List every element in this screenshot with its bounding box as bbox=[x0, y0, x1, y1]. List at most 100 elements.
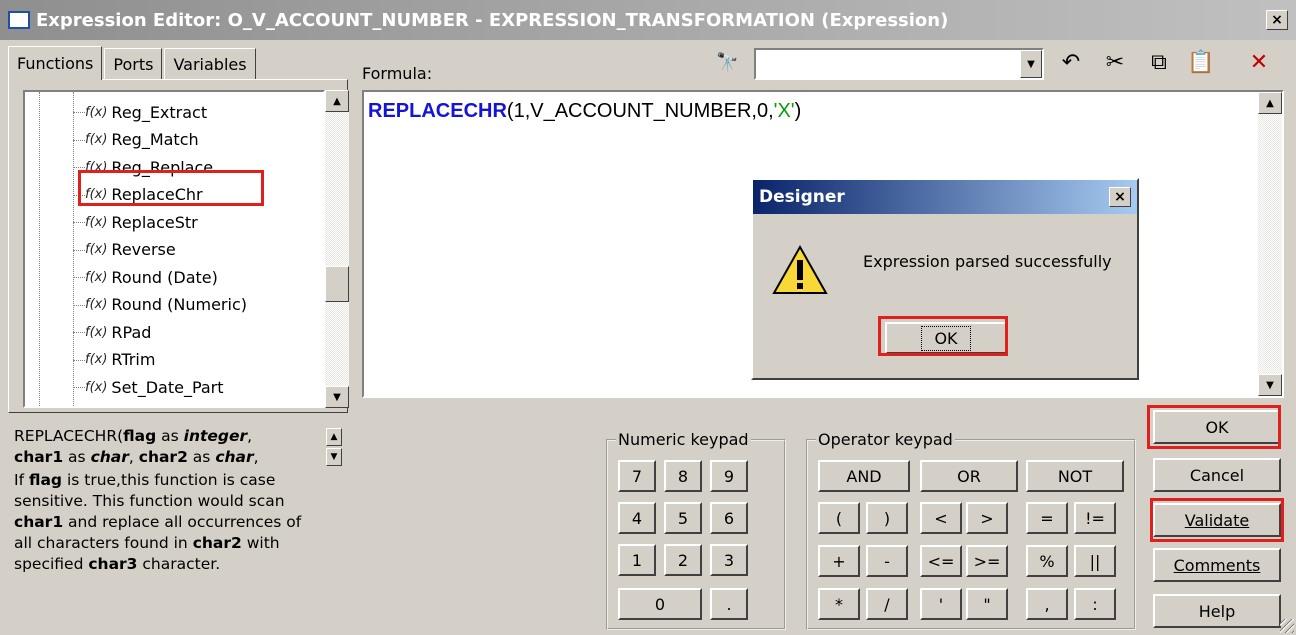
validate-button-highlight bbox=[1150, 498, 1284, 542]
numeric-key[interactable]: 1 bbox=[618, 544, 656, 576]
operator-key[interactable]: ( bbox=[818, 502, 860, 534]
undo-icon[interactable]: ↶ bbox=[1056, 50, 1086, 75]
operator-key[interactable]: ' bbox=[920, 588, 962, 620]
tree-scrollbar[interactable]: ▲ ▼ bbox=[325, 90, 349, 408]
tab-functions[interactable]: Functions bbox=[8, 46, 103, 80]
help-scroll-up[interactable]: ▲ bbox=[326, 428, 342, 446]
function-item[interactable]: f(x) Set_Date_Part bbox=[85, 373, 224, 401]
function-label: RPad bbox=[111, 322, 152, 342]
numeric-key[interactable]: . bbox=[710, 588, 748, 620]
operator-key[interactable]: % bbox=[1026, 545, 1068, 577]
operator-key[interactable]: OR bbox=[920, 460, 1018, 492]
function-label: Reverse bbox=[111, 240, 176, 259]
chevron-down-icon[interactable]: ▼ bbox=[1020, 50, 1042, 78]
comments-button[interactable]: Comments bbox=[1153, 548, 1281, 582]
tab-variables[interactable]: Variables bbox=[164, 48, 256, 80]
formula-scroll-down[interactable]: ▼ bbox=[1258, 374, 1282, 396]
function-item[interactable]: f(x) Reg_Extract bbox=[85, 98, 207, 126]
operator-key[interactable]: ) bbox=[866, 502, 908, 534]
operator-key[interactable]: / bbox=[866, 588, 908, 620]
numeric-key[interactable]: 2 bbox=[664, 544, 702, 576]
close-window-button[interactable]: × bbox=[1266, 10, 1288, 30]
scroll-thumb[interactable] bbox=[325, 266, 349, 302]
numeric-key[interactable]: 6 bbox=[710, 502, 748, 534]
operator-key[interactable]: " bbox=[966, 588, 1008, 620]
help-button[interactable]: Help bbox=[1153, 594, 1281, 628]
window-icon bbox=[8, 11, 30, 29]
function-label: Set_Date_Part bbox=[111, 377, 224, 397]
operator-key[interactable]: - bbox=[866, 545, 908, 577]
operator-key[interactable]: = bbox=[1026, 502, 1068, 534]
operator-key[interactable]: * bbox=[818, 588, 860, 620]
search-input[interactable] bbox=[756, 50, 1006, 76]
function-icon: f(x) bbox=[85, 132, 108, 147]
functions-panel: f(x) Reg_Extract f(x) Reg_Match f(x) Reg_Repl… bbox=[8, 79, 349, 413]
functions-tree[interactable]: f(x) Reg_Extract f(x) Reg_Match f(x) Reg_Repl… bbox=[23, 90, 325, 408]
operator-key[interactable]: < bbox=[920, 502, 962, 534]
resize-grip[interactable] bbox=[1280, 619, 1294, 633]
function-description: If flag is true,this function is case se… bbox=[14, 471, 302, 573]
function-label: Round (Date) bbox=[111, 267, 218, 287]
paste-icon[interactable]: 📋 bbox=[1186, 50, 1216, 75]
operator-key[interactable]: : bbox=[1074, 588, 1116, 620]
function-icon: f(x) bbox=[85, 352, 108, 367]
function-label: ReplaceStr bbox=[111, 212, 198, 232]
operator-key[interactable]: <= bbox=[920, 545, 962, 577]
numeric-key[interactable]: 9 bbox=[710, 460, 748, 492]
binoculars-icon[interactable]: 🔭 bbox=[716, 52, 738, 73]
scroll-down-button[interactable]: ▼ bbox=[325, 386, 349, 408]
function-icon: f(x) bbox=[85, 407, 107, 408]
numeric-key[interactable]: 0 bbox=[618, 588, 702, 620]
numeric-key[interactable]: 4 bbox=[618, 502, 656, 534]
function-label: Round (Numeric) bbox=[111, 295, 247, 314]
dialog-title-bar: Designer × bbox=[753, 180, 1137, 214]
ok-button-highlight bbox=[1147, 405, 1281, 449]
copy-icon[interactable]: ⧉ bbox=[1144, 50, 1174, 75]
dialog-message: Expression parsed successfully bbox=[863, 252, 1112, 271]
numeric-keypad-legend: Numeric keypad bbox=[618, 430, 749, 449]
numeric-key[interactable]: 7 bbox=[618, 460, 656, 492]
formula-text: REPLACECHR(1,V_ACCOUNT_NUMBER,0,'X') bbox=[368, 100, 802, 122]
tab-ports[interactable]: Ports bbox=[104, 48, 163, 80]
function-icon: f(x) bbox=[85, 297, 108, 312]
warning-icon bbox=[772, 244, 828, 294]
operator-key[interactable]: > bbox=[966, 502, 1008, 534]
cut-icon[interactable]: ✂ bbox=[1100, 50, 1130, 75]
operator-key[interactable]: AND bbox=[818, 460, 910, 492]
function-item[interactable]: f(x) Reg_Match bbox=[85, 126, 199, 154]
function-item[interactable]: f(x) ReplaceStr bbox=[85, 208, 198, 236]
numeric-key[interactable]: 3 bbox=[710, 544, 748, 576]
scroll-up-button[interactable]: ▲ bbox=[325, 90, 349, 112]
formula-scroll-up[interactable]: ▲ bbox=[1258, 92, 1282, 114]
numeric-key[interactable]: 5 bbox=[664, 502, 702, 534]
function-label: Reg_Match bbox=[111, 130, 199, 149]
function-icon: f(x) bbox=[85, 324, 108, 340]
function-item[interactable]: f(x) Round (Date) bbox=[85, 263, 218, 291]
function-item[interactable]: f(x) Round (Numeric) bbox=[85, 291, 247, 319]
operator-key[interactable]: != bbox=[1074, 502, 1116, 534]
operator-key[interactable]: || bbox=[1074, 545, 1116, 577]
function-item[interactable]: f(x) SetCountVariable bbox=[85, 401, 250, 408]
function-item[interactable]: f(x) RTrim bbox=[85, 346, 155, 374]
operator-key[interactable]: >= bbox=[966, 545, 1008, 577]
help-scroll-down[interactable]: ▼ bbox=[326, 448, 342, 466]
numeric-key[interactable]: 8 bbox=[664, 460, 702, 492]
cancel-button[interactable]: Cancel bbox=[1153, 458, 1281, 492]
function-icon: f(x) bbox=[85, 214, 108, 230]
function-item[interactable]: f(x) RPad bbox=[85, 318, 151, 346]
function-label: Reg_Extract bbox=[111, 102, 208, 122]
function-label: SetCountVariable bbox=[111, 405, 250, 406]
formula-scrollbar[interactable]: ▲ ▼ bbox=[1258, 92, 1282, 396]
operator-keypad-legend: Operator keypad bbox=[818, 430, 953, 449]
operator-key[interactable]: + bbox=[818, 545, 860, 577]
operator-key[interactable]: NOT bbox=[1026, 460, 1124, 492]
function-icon: f(x) bbox=[85, 104, 108, 120]
delete-icon[interactable]: ✕ bbox=[1244, 50, 1274, 75]
function-item[interactable]: f(x) Reverse bbox=[85, 236, 176, 264]
function-icon: f(x) bbox=[85, 379, 108, 395]
function-icon: f(x) bbox=[85, 269, 108, 285]
operator-key[interactable]: , bbox=[1026, 588, 1068, 620]
dialog-close-button[interactable]: × bbox=[1109, 187, 1131, 207]
search-combo[interactable]: ▼ bbox=[754, 48, 1044, 80]
title-bar: Expression Editor: O_V_ACCOUNT_NUMBER - … bbox=[0, 0, 1296, 40]
